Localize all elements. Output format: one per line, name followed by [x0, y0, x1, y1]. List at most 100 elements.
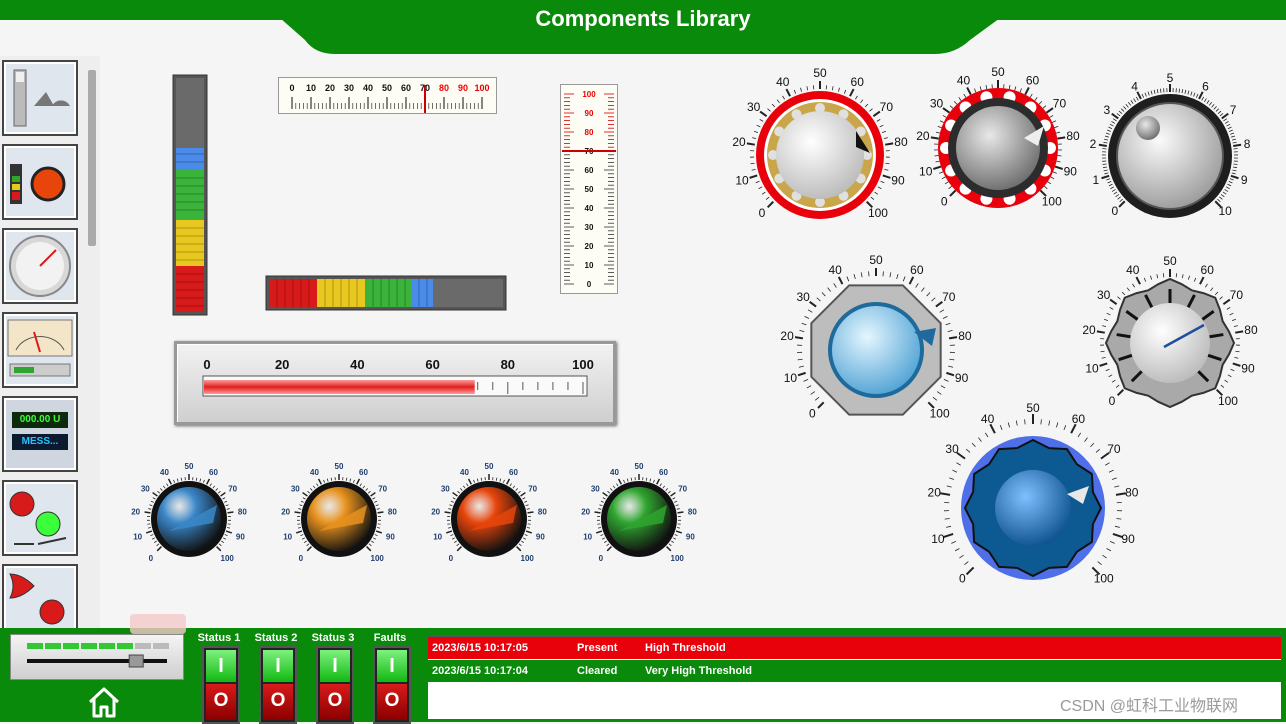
knob-tick — [752, 169, 756, 170]
knob-tick — [227, 528, 230, 529]
analog-meter-tile[interactable] — [2, 312, 78, 388]
knob-tick — [777, 100, 779, 103]
thermo-label: 10 — [585, 261, 594, 270]
knob-tick — [1216, 109, 1219, 112]
knob-tick — [750, 175, 758, 177]
knob-tick — [660, 484, 662, 487]
knob-scale-label: 30 — [945, 442, 959, 456]
knob-tick — [1230, 179, 1234, 180]
knob-tick — [1030, 94, 1032, 97]
knob-tick — [946, 526, 951, 527]
knob-tick — [454, 541, 456, 543]
knob-tick — [757, 125, 761, 127]
knob-tick — [883, 175, 891, 177]
knob-tick — [1142, 94, 1144, 98]
knob-scale-label: 30 — [747, 100, 761, 114]
knob-tick — [153, 493, 158, 497]
status-toggle[interactable]: IO — [259, 646, 297, 724]
status-toggle[interactable]: IO — [373, 646, 411, 724]
knob-tick — [1233, 363, 1241, 365]
bar-graph-tile[interactable] — [2, 60, 78, 136]
level-knob-tile[interactable] — [2, 144, 78, 220]
knob-tick — [619, 479, 622, 484]
knob-black-bezel[interactable]: 012345678910 — [1090, 71, 1251, 218]
knob-scale-label: 40 — [160, 468, 169, 477]
pump-motor-tile[interactable] — [2, 480, 78, 556]
scale-label: 50 — [382, 83, 392, 93]
knob-tick — [946, 373, 954, 375]
knob-tick — [1112, 114, 1118, 119]
display-tile[interactable]: 000.00 U MESS... — [2, 396, 78, 472]
home-button[interactable] — [84, 684, 124, 720]
slider-thumb[interactable] — [129, 655, 143, 667]
knob-tick — [952, 470, 957, 472]
knob-scale-label: 7 — [1230, 103, 1237, 117]
knob-tick — [1222, 114, 1228, 119]
knob-gray-flower[interactable]: 0102030405060708090100 — [1082, 254, 1258, 408]
knob-tick — [298, 509, 301, 510]
knob-tick — [154, 541, 156, 543]
small-knob-green[interactable]: 0102030405060708090100 — [570, 455, 700, 581]
knob-tick — [1215, 292, 1218, 295]
small-knob-red-orange[interactable]: 0102030405060708090100 — [420, 455, 550, 581]
status-toggle[interactable]: IO — [202, 646, 240, 724]
knob-scale-label: 50 — [813, 66, 827, 80]
knob-tick — [945, 519, 950, 520]
thermo-label: 30 — [585, 223, 594, 232]
knob-tick — [870, 109, 873, 112]
sidebar-scrollbar[interactable] — [88, 70, 96, 246]
knob-tick — [939, 172, 943, 174]
alarm-row[interactable]: 2023/6/15 10:17:04 Cleared Very High Thr… — [428, 660, 1281, 682]
knob-dark-gear[interactable]: 0102030405060708090100 — [916, 65, 1080, 209]
knob-tick — [1223, 119, 1226, 121]
dial-gauge-tile[interactable] — [2, 228, 78, 304]
knob-scale-label: 20 — [581, 508, 590, 517]
knob-tick — [1132, 284, 1134, 287]
knob-tick — [897, 274, 898, 279]
small-knob-blue[interactable]: 0102030405060708090100 — [120, 455, 250, 581]
knob-big-blue[interactable]: 0102030405060708090100 — [928, 401, 1139, 586]
knob-scale-label: 60 — [659, 468, 668, 477]
small-knob-orange[interactable]: 0102030405060708090100 — [270, 455, 400, 581]
knob-red-ring[interactable]: 0102030405060708090100 — [732, 66, 908, 220]
knob-tick — [319, 479, 322, 484]
knob-tick — [1109, 184, 1113, 186]
knob-scale-label: 100 — [221, 554, 235, 563]
knob-tick — [1227, 184, 1231, 186]
knob-tick — [1057, 161, 1061, 162]
knob-tick — [1116, 194, 1119, 196]
knob-scale-label: 20 — [928, 485, 942, 499]
knob-tick — [224, 501, 227, 502]
knob-tick — [1116, 519, 1121, 520]
knob-scale-label: 40 — [310, 468, 319, 477]
knob-tick — [1009, 85, 1010, 89]
knob-tick — [307, 544, 309, 546]
knob-tick — [225, 534, 228, 535]
knob-tick — [1096, 449, 1100, 452]
knob-tick — [877, 119, 880, 121]
knob-scale-label: 6 — [1202, 80, 1209, 94]
knob-tick — [177, 479, 178, 482]
knob-tick — [200, 479, 201, 482]
knob-tick — [451, 501, 454, 502]
alarm-row[interactable]: 2023/6/15 10:17:05 Present High Threshol… — [428, 637, 1281, 659]
status-toggle[interactable]: IO — [316, 646, 354, 724]
knob-scale-label: 0 — [959, 572, 966, 586]
knob-tick — [1232, 173, 1236, 174]
knob-tick — [966, 449, 970, 452]
knob-tick — [847, 277, 849, 282]
knob-tick — [453, 493, 458, 497]
knob-tick — [610, 488, 612, 490]
toggle-on: I — [377, 650, 407, 682]
knob-scale-label: 40 — [460, 468, 469, 477]
knob-tick — [227, 509, 230, 510]
knob-tick — [1150, 276, 1151, 280]
knob-scale-label: 80 — [238, 508, 247, 517]
knob-tick — [521, 541, 523, 543]
knob-tick — [762, 192, 765, 194]
knob-tick — [601, 501, 604, 502]
logic-gate-tile[interactable] — [2, 564, 78, 632]
knob-silver-octagon[interactable]: 0102030405060708090100 — [780, 253, 971, 421]
knob-tick — [1191, 92, 1192, 96]
knob-tick — [1204, 99, 1206, 102]
